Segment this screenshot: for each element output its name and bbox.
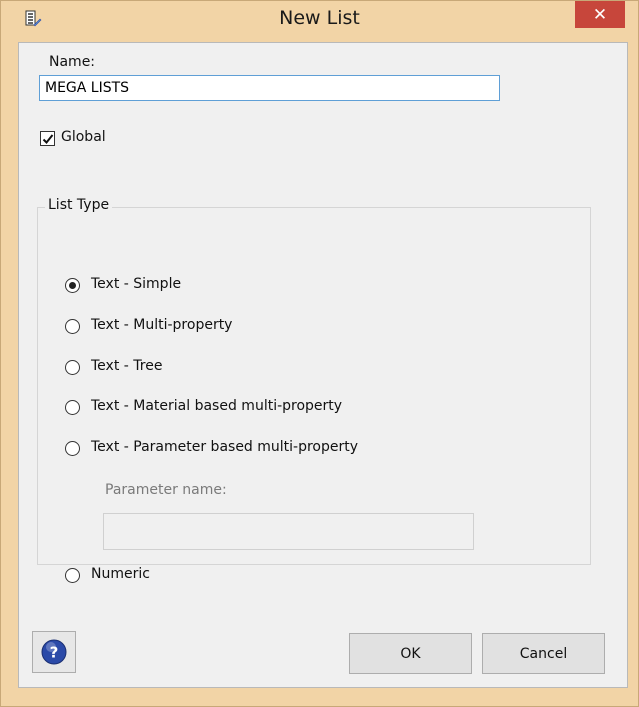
name-label: Name: — [49, 54, 96, 70]
close-button[interactable]: ✕ — [575, 1, 625, 28]
title-bar[interactable]: New List ✕ — [1, 1, 638, 34]
cancel-button[interactable]: Cancel — [482, 633, 605, 674]
radio-text-parameter-multi-property[interactable] — [65, 441, 80, 456]
global-checkbox[interactable] — [40, 131, 55, 146]
option-label-text-parameter-multi-property: Text - Parameter based multi-property — [91, 439, 359, 455]
parameter-name-label: Parameter name: — [105, 482, 227, 498]
global-label: Global — [61, 129, 106, 145]
radio-text-tree[interactable] — [65, 360, 80, 375]
ok-button[interactable]: OK — [349, 633, 472, 674]
radio-selected-dot — [69, 282, 76, 289]
new-list-dialog: New List ✕ Name: MEGA LISTS Global List … — [0, 0, 639, 707]
help-icon: ? — [41, 639, 67, 665]
radio-text-material-multi-property[interactable] — [65, 400, 80, 415]
radio-text-simple[interactable] — [65, 278, 80, 293]
radio-numeric[interactable] — [65, 568, 80, 583]
parameter-name-input[interactable] — [103, 513, 474, 550]
checkmark-icon — [42, 133, 53, 144]
close-icon: ✕ — [592, 4, 608, 25]
name-input[interactable]: MEGA LISTS — [39, 75, 500, 101]
radio-text-multi-property[interactable] — [65, 319, 80, 334]
option-label-text-material-multi-property: Text - Material based multi-property — [91, 398, 343, 414]
option-label-numeric: Numeric — [91, 566, 150, 582]
window-title: New List — [279, 7, 360, 29]
help-glyph: ? — [50, 644, 59, 662]
list-type-group — [37, 207, 591, 565]
help-button[interactable]: ? — [32, 631, 76, 673]
list-type-legend: List Type — [45, 197, 113, 213]
option-label-text-multi-property: Text - Multi-property — [91, 317, 233, 333]
option-label-text-simple: Text - Simple — [91, 276, 182, 292]
option-label-text-tree: Text - Tree — [91, 358, 163, 374]
